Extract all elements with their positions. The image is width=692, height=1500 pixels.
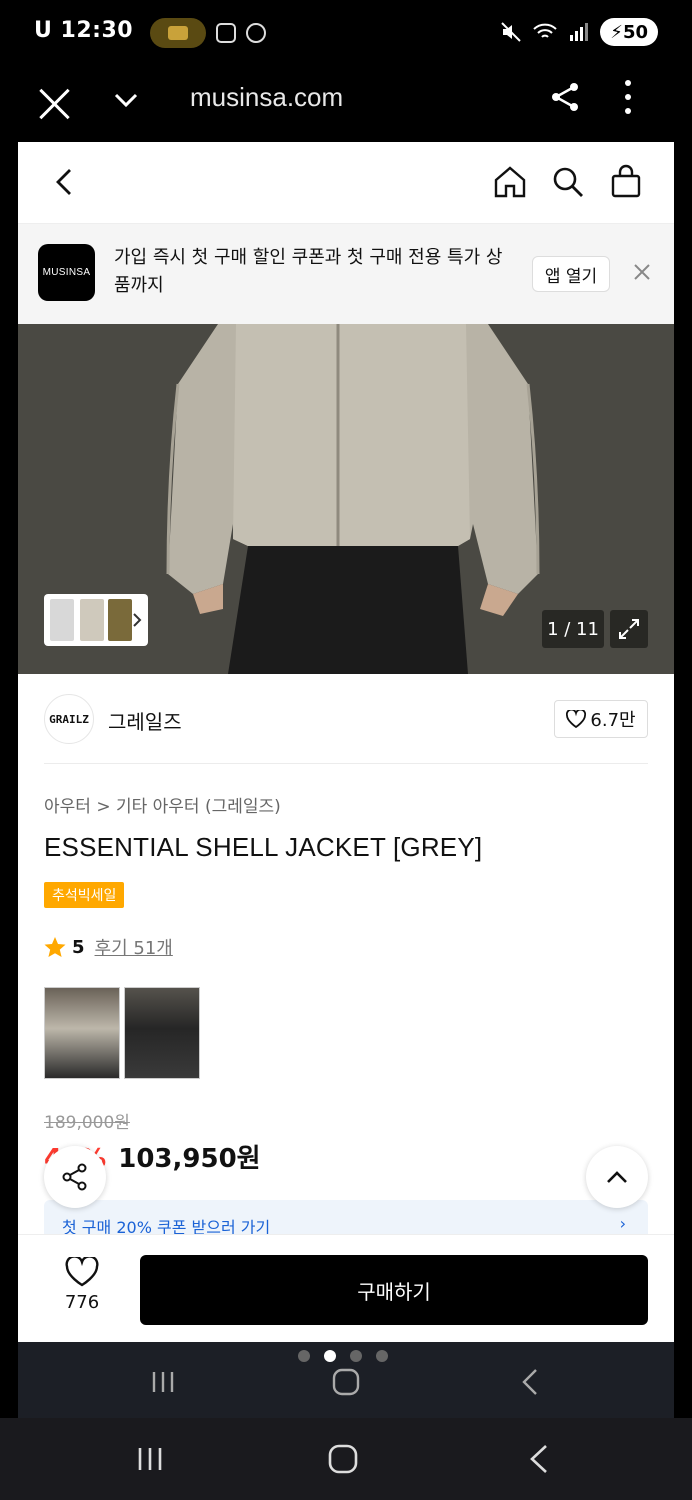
product-title: ESSENTIAL SHELL JACKET [GREY] (44, 832, 483, 862)
wishlist-button[interactable]: 776 (56, 1255, 108, 1313)
brand-like-count: 6.7만 (590, 710, 636, 731)
back-button-icon[interactable] (520, 1368, 540, 1396)
signal-icon (570, 23, 589, 41)
battery-indicator: ⚡ 50 (600, 18, 658, 46)
chevron-up-icon (607, 1171, 627, 1183)
thumbnail-3[interactable] (108, 599, 132, 641)
wifi-icon (533, 23, 557, 38)
close-banner-icon[interactable] (632, 262, 652, 282)
heart-icon (566, 710, 587, 728)
original-price: 189,000원 (44, 1113, 130, 1133)
status-notification-icons (150, 18, 266, 48)
star-icon (44, 937, 66, 957)
status-time: U 12:30 (34, 18, 134, 43)
sale-badge: 추석빅세일 (44, 882, 125, 908)
talk-icon (246, 23, 266, 43)
chevron-right-icon (133, 613, 142, 627)
musinsa-logo: MUSINSA (38, 244, 95, 301)
heart-icon (65, 1255, 99, 1287)
brand-row: GRAILZ 그레일즈 6.7만 (18, 674, 674, 764)
color-option-black[interactable] (124, 987, 200, 1079)
rating-row: 5 후기 51개 (44, 934, 173, 960)
back-button-icon[interactable] (528, 1444, 550, 1474)
expand-icon[interactable] (610, 610, 648, 648)
thumbnail-2[interactable] (80, 599, 104, 641)
site-header (18, 142, 674, 224)
recent-apps-icon[interactable] (136, 1446, 164, 1472)
recent-apps-icon[interactable] (150, 1370, 176, 1394)
share-icon (62, 1163, 87, 1191)
more-menu-icon[interactable] (620, 80, 636, 114)
close-icon[interactable] (38, 86, 72, 120)
mute-icon (501, 22, 522, 42)
home-button-icon[interactable] (328, 1444, 358, 1474)
rating-score: 5 (72, 936, 85, 958)
divider (44, 763, 648, 764)
sale-price: 103,950원 (118, 1144, 261, 1174)
browser-toolbar: musinsa.com (0, 64, 692, 142)
color-option-grey[interactable] (44, 987, 120, 1079)
chevron-right-icon: › (619, 1214, 626, 1233)
brand-like-button[interactable]: 6.7만 (554, 700, 648, 738)
share-fab[interactable] (44, 1146, 106, 1208)
home-button-icon[interactable] (332, 1368, 360, 1396)
app-install-banner: MUSINSA 가입 즉시 첫 구매 할인 쿠폰과 첫 구매 전용 특가 상품까… (18, 224, 674, 324)
screenshot-icon (216, 23, 236, 43)
thumbnail-strip[interactable] (44, 594, 148, 646)
back-icon[interactable] (52, 166, 76, 198)
wishlist-count: 776 (64, 1292, 100, 1313)
image-counter: 1 / 11 (542, 610, 604, 648)
open-app-button[interactable]: 앱 열기 (532, 256, 610, 292)
status-system-icons: ⚡ 50 (500, 18, 658, 46)
chevron-down-icon[interactable] (112, 86, 140, 114)
web-page: MUSINSA 가입 즉시 첫 구매 할인 쿠폰과 첫 구매 전용 특가 상품까… (18, 142, 674, 1342)
url-text[interactable]: musinsa.com (190, 82, 343, 113)
purchase-bar: 776 구매하기 (18, 1234, 674, 1342)
review-count-link[interactable]: 후기 51개 (95, 934, 173, 960)
share-icon[interactable] (548, 80, 582, 114)
brand-logo[interactable]: GRAILZ (44, 694, 94, 744)
buy-button[interactable]: 구매하기 (140, 1255, 648, 1325)
app-nav-bar (18, 1342, 674, 1418)
status-bar: U 12:30 ⚡ 50 (0, 0, 692, 64)
page-indicator (298, 1350, 388, 1362)
color-options (44, 987, 200, 1079)
cart-icon[interactable] (608, 164, 644, 200)
breadcrumb[interactable]: 아우터 > 기타 아우터 (그레일즈) (44, 792, 281, 817)
banner-message: 가입 즉시 첫 구매 할인 쿠폰과 첫 구매 전용 특가 상품까지 (114, 247, 503, 296)
brand-name[interactable]: 그레일즈 (108, 706, 182, 735)
youtube-icon (150, 18, 206, 48)
thumbnail-1[interactable] (50, 599, 74, 641)
system-nav-bar (0, 1418, 692, 1500)
scroll-top-button[interactable] (586, 1146, 648, 1208)
search-icon[interactable] (550, 164, 586, 200)
product-image[interactable]: 1 / 11 (18, 324, 674, 674)
home-icon[interactable] (492, 164, 528, 200)
